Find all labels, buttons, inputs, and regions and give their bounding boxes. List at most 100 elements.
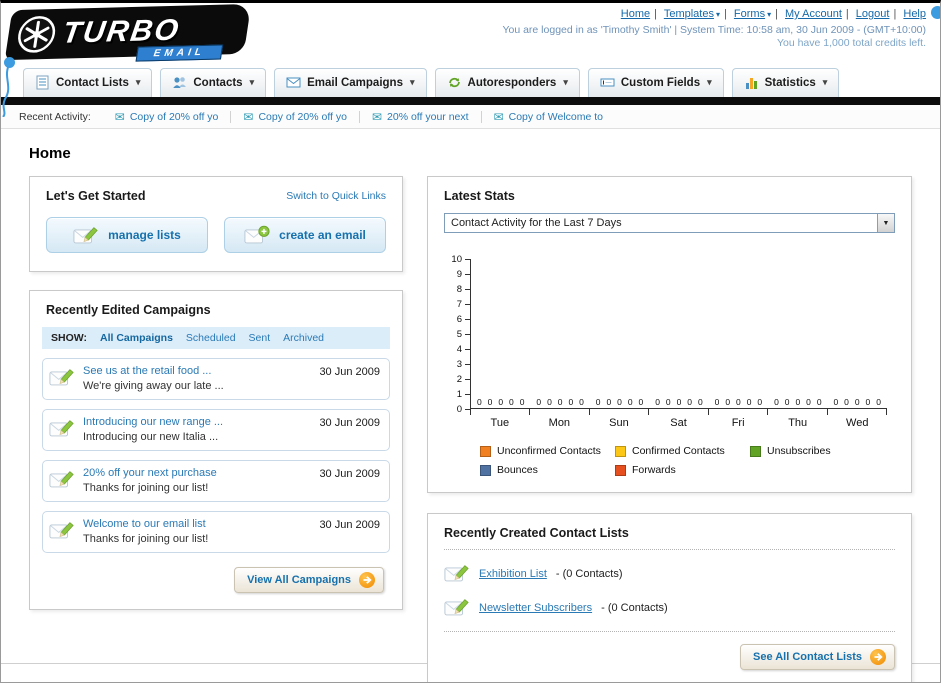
campaign-title-link[interactable]: See us at the retail food ... — [83, 365, 224, 377]
link-forms[interactable]: Forms ▾ — [734, 8, 771, 20]
app-logo: TURBO EMAIL — [4, 3, 252, 62]
manage-lists-button[interactable]: manage lists — [46, 217, 208, 253]
campaign-filter[interactable]: Sent — [249, 332, 271, 344]
link-label: Templates — [663, 8, 714, 20]
panel-title: Let's Get Started — [46, 189, 146, 203]
campaign-filter[interactable]: Archived — [283, 332, 324, 344]
chevron-down-icon: ▾ — [767, 10, 772, 19]
contact-list-link[interactable]: Newsletter Subscribers — [479, 602, 592, 614]
legend-item: Bounces — [480, 464, 615, 476]
see-all-contact-lists-button[interactable]: See All Contact Lists — [739, 644, 895, 670]
pencil-envelope-icon — [49, 367, 75, 388]
contact-list-count: - (0 Contacts) — [601, 601, 668, 614]
statistics-icon — [745, 78, 757, 89]
contact-list-count: - (0 Contacts) — [555, 567, 623, 580]
campaign-subtitle: Introducing our new Italia ... — [83, 431, 219, 443]
arrow-right-icon — [870, 649, 886, 665]
chart-y-axis: 10 9 8 7 6 5 4 3 2 1 0 — [444, 254, 470, 415]
campaign-title-link[interactable]: 20% off your next purchase — [83, 467, 217, 479]
button-label: manage lists — [108, 228, 181, 242]
pencil-envelope-icon — [444, 597, 470, 618]
chevron-down-icon: ▼ — [877, 214, 894, 232]
email-icon: ✉ — [493, 109, 504, 124]
chevron-down-icon: ▾ — [715, 10, 720, 19]
separator: | — [775, 8, 778, 20]
tab-label: Statistics — [764, 76, 816, 89]
link-logout[interactable]: Logout — [856, 8, 890, 20]
decoration-cord — [2, 65, 10, 117]
legend-item: Unconfirmed Contacts — [480, 445, 615, 457]
chevron-down-icon: ▾ — [707, 77, 712, 87]
dotted-divider — [444, 631, 895, 632]
recent-activity-link: Copy of 20% off yo — [129, 110, 219, 123]
campaign-row: Introducing our new range ... Introducin… — [42, 409, 390, 451]
content-area: Home Let's Get Started Switch to Quick L… — [1, 129, 940, 682]
button-label: create an email — [279, 228, 366, 242]
contact-list-item: Exhibition List - (0 Contacts) — [444, 563, 895, 584]
create-email-button[interactable]: create an email — [224, 217, 386, 253]
link-home[interactable]: Home — [621, 8, 650, 20]
tab-contacts[interactable]: Contacts ▾ — [160, 68, 267, 97]
campaign-subtitle: We're giving away our late ... — [83, 380, 224, 392]
campaign-filter[interactable]: All Campaigns — [100, 332, 173, 344]
tab-statistics[interactable]: Statistics ▾ — [731, 68, 840, 97]
get-started-panel: Let's Get Started Switch to Quick Links … — [29, 176, 403, 272]
recent-campaigns-panel: Recently Edited Campaigns SHOW: All Camp… — [29, 290, 403, 610]
campaign-filter[interactable]: Scheduled — [186, 332, 236, 344]
recent-activity-item[interactable]: ✉ Copy of Welcome to — [480, 109, 615, 124]
campaign-title-link[interactable]: Introducing our new range ... — [83, 416, 223, 428]
email-campaigns-icon — [286, 77, 301, 88]
legend-label: Forwards — [632, 464, 676, 476]
link-my-account[interactable]: My Account — [785, 8, 842, 20]
logo-subtitle: EMAIL — [135, 44, 224, 62]
chevron-down-icon: ▾ — [822, 77, 828, 87]
link-help[interactable]: Help — [903, 8, 926, 20]
recent-activity-item[interactable]: ✉ 20% off your next — [358, 109, 481, 124]
campaign-title-link[interactable]: Welcome to our email list — [83, 518, 208, 530]
chart-x-ticks — [470, 409, 887, 415]
view-all-campaigns-button[interactable]: View All Campaigns — [234, 567, 384, 593]
recent-activity-item[interactable]: ✉ Copy of 20% off yo — [103, 111, 231, 123]
credits-info: You have 1,000 total credits left. — [776, 37, 926, 49]
tab-label: Email Campaigns — [307, 76, 403, 89]
tab-email-campaigns[interactable]: Email Campaigns ▾ — [274, 68, 427, 97]
campaign-filter-bar: SHOW: All Campaigns Scheduled Sent Archi… — [42, 327, 390, 349]
legend-swatch — [615, 445, 626, 457]
link-templates[interactable]: Templates ▾ — [664, 8, 720, 20]
campaign-subtitle: Thanks for joining our list! — [83, 482, 209, 494]
campaign-subtitle: Thanks for joining our list! — [83, 533, 209, 545]
contact-list-link[interactable]: Exhibition List — [479, 568, 547, 580]
campaign-date: 30 Jun 2009 — [319, 417, 380, 429]
panel-title: Latest Stats — [444, 189, 515, 203]
page-title: Home — [29, 145, 71, 162]
legend-swatch — [615, 464, 626, 476]
contacts-icon — [173, 77, 187, 88]
email-icon: ✉ — [371, 109, 383, 124]
session-info: You are logged in as 'Timothy Smith' | S… — [502, 24, 926, 36]
recent-activity-link: 20% off your next — [387, 110, 469, 123]
stats-period-select[interactable]: Contact Activity for the Last 7 Days ▼ — [444, 213, 895, 233]
campaign-date: 30 Jun 2009 — [319, 468, 380, 480]
panel-title: Recently Created Contact Lists — [444, 526, 629, 540]
tab-autoresponders[interactable]: Autoresponders ▾ — [434, 68, 580, 97]
chevron-down-icon: ▾ — [409, 77, 415, 87]
recent-activity-link: Copy of 20% off yo — [258, 110, 347, 123]
chart-x-labels: Tue Mon Sun Sat Fri Thu Wed — [490, 417, 869, 429]
recent-activity-link: Copy of Welcome to — [508, 110, 603, 123]
dotted-divider — [444, 549, 895, 550]
tab-custom-fields[interactable]: Custom Fields ▾ — [587, 68, 724, 97]
arrow-right-icon — [359, 572, 375, 588]
pencil-envelope-icon — [49, 469, 75, 490]
email-icon: ✉ — [114, 109, 125, 124]
legend-label: Confirmed Contacts — [632, 445, 725, 457]
header-links: Home | Templates ▾ | Forms ▾ | My Account | Lo… — [502, 8, 926, 20]
campaign-row: Welcome to our email list Thanks for joi… — [42, 511, 390, 553]
tab-contact-lists[interactable]: Contact Lists ▾ — [23, 68, 153, 97]
switch-quick-links[interactable]: Switch to Quick Links — [286, 190, 386, 202]
separator: | — [723, 8, 727, 20]
button-label: View All Campaigns — [247, 574, 351, 586]
email-icon: ✉ — [243, 109, 254, 124]
separator: | — [654, 8, 657, 20]
recent-activity-item[interactable]: ✉ Copy of 20% off yo — [230, 109, 359, 124]
autoresponders-icon — [448, 77, 460, 88]
